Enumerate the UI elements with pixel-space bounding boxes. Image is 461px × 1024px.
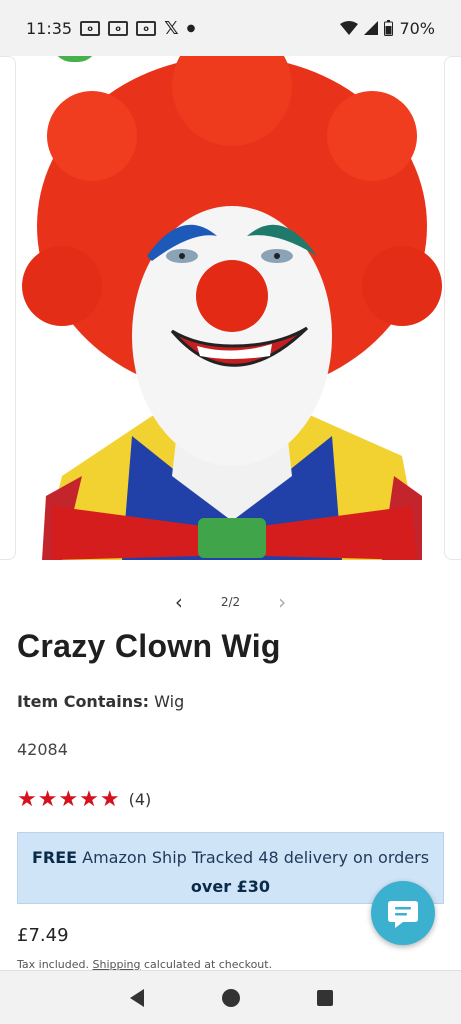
signal-icon [364, 21, 379, 35]
item-contains-value: Wig [154, 692, 185, 711]
chat-icon [388, 901, 418, 928]
image-pager: ‹ 2/2 › [0, 590, 461, 614]
recents-icon[interactable] [316, 989, 334, 1007]
clown-wig-photo [22, 56, 442, 560]
product-photo[interactable] [22, 56, 442, 560]
product-rating[interactable]: ★★★★★ (4) [17, 787, 151, 812]
pager-count: 2/2 [220, 595, 241, 609]
outlook-icon: o [108, 20, 129, 36]
star-rating-icon: ★★★★★ [17, 787, 121, 812]
previous-image-card[interactable] [0, 56, 16, 560]
more-notifications-dot-icon: ● [186, 22, 196, 34]
shipping-text: Amazon Ship Tracked 48 delivery on order… [82, 848, 430, 867]
item-contains: Item Contains: Wig [17, 692, 184, 711]
status-left: 11:35 o o o 𝕏 ● [26, 18, 195, 39]
status-right: 70% [340, 19, 435, 38]
battery-icon [384, 20, 394, 36]
product-image-gallery[interactable] [0, 56, 461, 564]
battery-percent: 70% [399, 18, 435, 38]
product-title: Crazy Clown Wig [17, 628, 281, 664]
chat-button[interactable] [371, 881, 435, 945]
x-icon: 𝕏 [164, 17, 179, 39]
shipping-free-label: FREE [31, 848, 78, 867]
outlook-icon: o [136, 20, 157, 36]
rating-count[interactable]: (4) [129, 790, 152, 809]
android-nav-bar [0, 970, 461, 1024]
back-icon[interactable] [128, 988, 146, 1008]
shipping-threshold: over £30 [190, 877, 271, 896]
home-icon[interactable] [221, 988, 241, 1008]
wifi-icon [340, 21, 359, 35]
next-image-card[interactable] [444, 56, 461, 560]
product-sku: 42084 [17, 740, 68, 759]
chevron-left-icon[interactable]: ‹ [175, 592, 183, 612]
chevron-right-icon[interactable]: › [278, 592, 286, 612]
outlook-icon: o [80, 20, 101, 36]
status-time: 11:35 [26, 18, 73, 38]
item-contains-label: Item Contains: [17, 692, 150, 711]
status-bar: 11:35 o o o 𝕏 ● 70% [0, 0, 461, 56]
product-price: £7.49 [17, 925, 69, 946]
